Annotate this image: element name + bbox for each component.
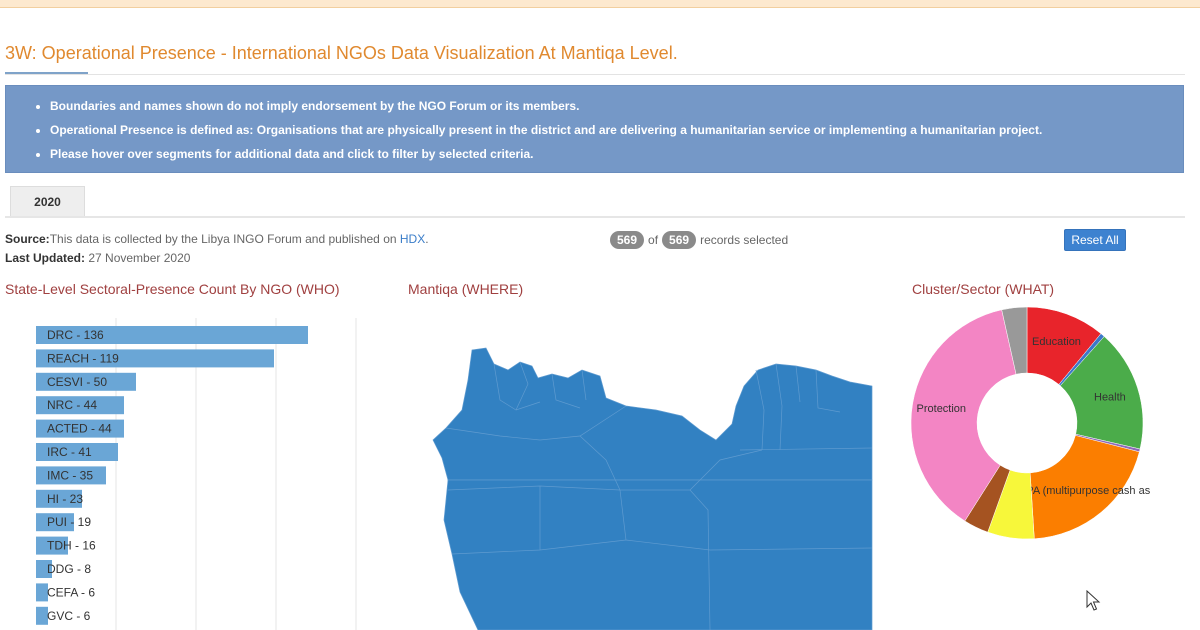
mouse-cursor-icon	[1086, 590, 1101, 611]
page-title: 3W: Operational Presence - International…	[5, 43, 678, 63]
notice-item: Boundaries and names shown do not imply …	[50, 94, 1183, 118]
tab-2020[interactable]: 2020	[10, 186, 85, 217]
mantiqa-map	[432, 347, 873, 630]
bar-label: GVC - 6	[47, 609, 91, 623]
bar-label: TDH - 16	[47, 539, 96, 553]
who-chart-title: State-Level Sectoral-Presence Count By N…	[5, 281, 340, 297]
records-of: of	[648, 233, 659, 247]
bar-label: PUI - 19	[47, 515, 91, 529]
map-region-south[interactable]	[443, 479, 873, 630]
bar-label: IMC - 35	[47, 468, 93, 482]
slice-label: Health	[1094, 392, 1126, 404]
bar-label: IRC - 41	[47, 445, 92, 459]
source-line: Source:This data is collected by the Lib…	[5, 232, 429, 246]
hdx-link[interactable]: HDX	[400, 232, 425, 246]
selected-count-badge: 569	[610, 231, 645, 249]
title-divider	[5, 74, 1185, 75]
slice-label: Education	[1032, 336, 1081, 348]
who-bar-chart: DRC - 136 REACH - 119 CESVI - 50 NRC - 44 AC…	[36, 318, 357, 630]
notice-item: Please hover over segments for additiona…	[50, 142, 1183, 166]
source-end: .	[425, 232, 429, 246]
bar-label: CESVI - 50	[47, 375, 107, 389]
bar-label: DDG - 8	[47, 562, 91, 576]
last-updated: Last Updated: 27 November 2020	[5, 251, 190, 265]
source-label: Source:	[5, 232, 50, 246]
bar-label: HI - 23	[47, 492, 83, 506]
source-text: This data is collected by the Libya INGO…	[49, 232, 400, 246]
bar-label: ACTED - 44	[47, 422, 112, 436]
records-counter: 569 of 569 records selected	[610, 231, 788, 249]
top-banner-strip	[0, 0, 1200, 8]
notice-panel: Boundaries and names shown do not imply …	[5, 85, 1184, 173]
map-region-northwest[interactable]	[432, 347, 873, 481]
updated-value: 27 November 2020	[85, 251, 191, 265]
where-chart-title: Mantiqa (WHERE)	[408, 281, 524, 297]
bar-label: NRC - 44	[47, 398, 97, 412]
notice-item: Operational Presence is defined as: Orga…	[50, 118, 1183, 142]
bar-label: REACH - 119	[47, 351, 119, 365]
updated-label: Last Updated:	[5, 251, 86, 265]
what-donut-chart: EducationHealthMCPA (multipurpose cash a…	[910, 306, 1150, 540]
total-count-badge: 569	[662, 231, 697, 249]
notice-list: Boundaries and names shown do not imply …	[6, 86, 1183, 166]
bar-label: DRC - 136	[47, 328, 104, 342]
slice-label: Protection	[917, 403, 967, 415]
records-suffix: records selected	[700, 233, 789, 247]
what-chart-title: Cluster/Sector (WHAT)	[912, 281, 1055, 297]
tab-divider	[5, 216, 1185, 218]
reset-all-button[interactable]: Reset All	[1064, 229, 1126, 251]
bar-label: CEFA - 6	[47, 585, 95, 599]
